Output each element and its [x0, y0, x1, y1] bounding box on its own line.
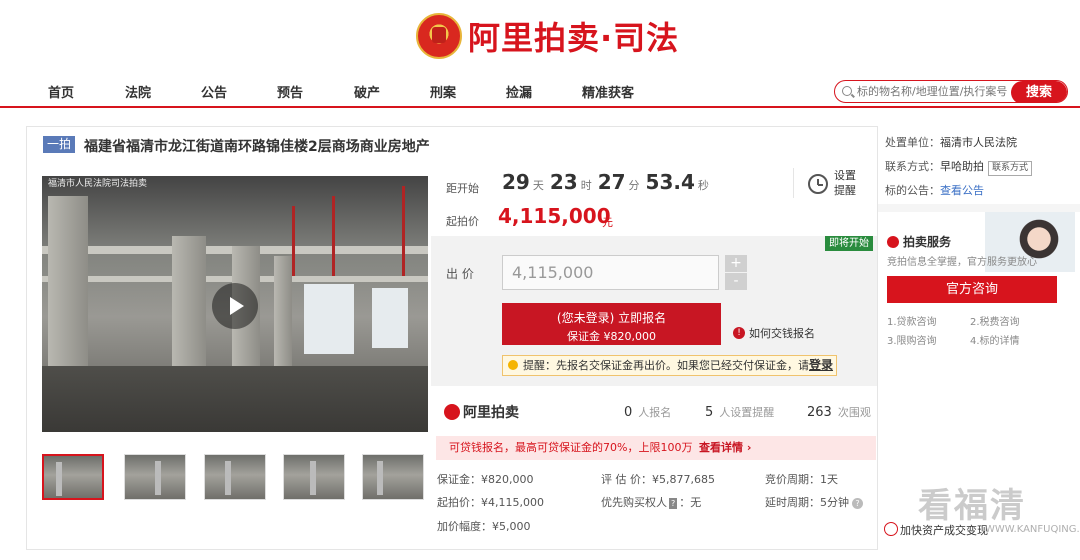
bid-amount-input[interactable]: 4,115,000 [502, 255, 719, 290]
start-price-value: 4,115,000 [498, 204, 611, 228]
disposal-unit: 处置单位：福清市人民法院 [885, 136, 1017, 149]
increment-info: 加价幅度：¥5,000 [437, 520, 531, 533]
how-to-pay-link[interactable]: ! 如何交钱报名 [733, 325, 815, 341]
signup-button[interactable]: (您未登录) 立即报名 保证金 ¥820,000 [502, 303, 721, 345]
nav-item-notice[interactable]: 公告 [201, 82, 227, 101]
service-title: 拍卖服务 [887, 233, 951, 250]
countdown-hours: 23 [549, 170, 578, 194]
thumbnail[interactable] [362, 454, 424, 500]
auction-round-tag: 一拍 [43, 136, 75, 153]
bid-stepper: + - [725, 255, 747, 291]
loan-details-link[interactable]: 查看详情 › [699, 436, 751, 460]
lightbulb-icon [508, 360, 518, 370]
login-link[interactable]: 登录 [809, 358, 833, 372]
countdown-days: 29 [502, 170, 530, 194]
start-price-unit: 元 [602, 216, 613, 229]
notice-row: 标的公告：查看公告 [885, 184, 984, 197]
increase-button[interactable]: + [725, 255, 747, 272]
search-box: 搜索 [834, 80, 1068, 103]
start-price-info: 起拍价：¥4,115,000 [437, 496, 544, 509]
signup-count: 0 人报名 [624, 405, 672, 420]
ali-auction-logo: 阿里拍卖 [444, 402, 519, 422]
thumbnail[interactable] [42, 454, 104, 500]
countdown-minutes: 27 [597, 170, 626, 194]
court-emblem-icon [416, 13, 462, 59]
search-icon [842, 86, 852, 96]
help-badge-icon[interactable]: ? [669, 498, 678, 509]
cycle-info: 竞价周期：1天 [765, 473, 838, 486]
site-watermark: 看福清 [918, 486, 1026, 526]
thumbnail[interactable] [283, 454, 345, 500]
nav-item-home[interactable]: 首页 [48, 82, 74, 101]
site-watermark-url: WWW.KANFUQING.COM [985, 524, 1080, 535]
video-watermark: 福清市人民法院司法拍卖 [48, 179, 148, 189]
loan-banner: 可贷钱报名，最高可贷保证金的70%，上限100万 查看详情 › [436, 436, 876, 460]
reminder-count: 5 人设置提醒 [705, 405, 775, 420]
nav-item-criminal[interactable]: 刑案 [430, 82, 456, 101]
countdown: 29 天 23 时 27 分 53.4 秒 [502, 170, 709, 194]
purchase-limit-link[interactable]: 3.限购咨询 [887, 332, 937, 347]
countdown-label: 距开始 [446, 182, 479, 195]
contact-row: 联系方式：早哈助拍 联系方式 [885, 158, 1033, 176]
login-tip: 提醒：先报名交保证金再出价。如果您已经交付保证金，请登录 [502, 355, 837, 376]
priority-buyer-info: 优先购买权人? ：无 [601, 496, 702, 509]
deposit-info: 保证金：¥820,000 [437, 473, 534, 486]
nav-item-court[interactable]: 法院 [125, 82, 151, 101]
contact-button[interactable]: 联系方式 [988, 161, 1033, 176]
thumbnail[interactable] [204, 454, 266, 500]
status-badge: 即将开始 [825, 236, 873, 251]
service-subtitle: 竞拍信息全掌握，官方服务更放心 [887, 257, 1037, 268]
asset-icon [884, 522, 898, 536]
nav-item-bankruptcy[interactable]: 破产 [354, 82, 380, 101]
search-input[interactable] [857, 83, 1017, 100]
item-title: 福建省福清市龙江街道南环路锦佳楼2层商场商业房地产 [84, 139, 430, 155]
question-icon[interactable]: ? [852, 498, 863, 509]
brand-name: 阿里拍卖·司法 [468, 19, 680, 57]
official-consult-button[interactable]: 官方咨询 [887, 276, 1057, 303]
thumbnail[interactable] [124, 454, 186, 500]
bid-label: 出 价 [446, 267, 474, 281]
site-logo[interactable]: 阿里拍卖·司法 [416, 10, 679, 62]
decrease-button[interactable]: - [725, 273, 747, 290]
view-notice-link[interactable]: 查看公告 [940, 184, 984, 197]
main-photo[interactable]: 福清市人民法院司法拍卖 [42, 176, 428, 432]
nav-item-bargain[interactable]: 捡漏 [506, 82, 532, 101]
ali-logo-icon [444, 404, 460, 420]
ali-logo-icon [887, 235, 899, 248]
estimate-info: 评 估 价：¥5,877,685 [601, 473, 715, 486]
nav-item-preview[interactable]: 预告 [277, 82, 303, 101]
delay-info: 延时周期：5分钟? [765, 494, 863, 510]
alarm-clock-icon [808, 174, 828, 194]
item-details-link[interactable]: 4.标的详情 [970, 332, 1020, 347]
info-icon: ! [733, 327, 745, 339]
play-icon[interactable] [212, 283, 258, 329]
search-button[interactable]: 搜索 [1011, 81, 1067, 102]
countdown-seconds: 53.4 [645, 170, 695, 194]
loan-consult-link[interactable]: 1.贷款咨询 [887, 313, 937, 328]
start-price-label: 起拍价 [446, 215, 479, 228]
nav-divider [0, 106, 1080, 108]
nav-item-leads[interactable]: 精准获客 [582, 82, 634, 101]
view-count: 263 次围观 [807, 405, 871, 420]
tax-consult-link[interactable]: 2.税费咨询 [970, 313, 1020, 328]
